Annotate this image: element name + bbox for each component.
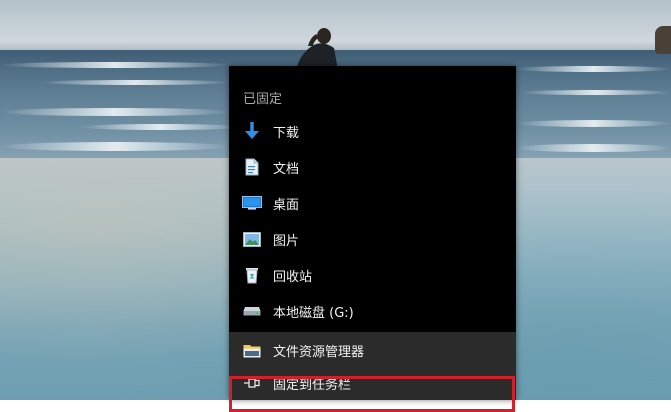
wave bbox=[0, 142, 230, 151]
jump-item-documents[interactable]: 文档 bbox=[229, 149, 516, 185]
wave bbox=[516, 120, 671, 127]
file-explorer-label: 文件资源管理器 bbox=[273, 344, 365, 360]
file-explorer-icon bbox=[242, 340, 262, 360]
jump-item-recycle-bin[interactable]: 回收站 bbox=[229, 257, 516, 293]
document-icon bbox=[242, 157, 262, 177]
jump-item-local-disk-g[interactable]: 本地磁盘 (G:) bbox=[229, 293, 516, 329]
wave bbox=[40, 80, 230, 85]
jump-item-pictures[interactable]: 图片 bbox=[229, 221, 516, 257]
wave bbox=[516, 66, 671, 72]
highlight-box bbox=[229, 376, 515, 412]
wallpaper-rock bbox=[655, 26, 671, 54]
jump-item-desktop[interactable]: 桌面 bbox=[229, 185, 516, 221]
jump-item-downloads[interactable]: 下载 bbox=[229, 113, 516, 149]
local-disk-icon bbox=[242, 301, 262, 321]
jump-item-label: 图片 bbox=[273, 233, 300, 249]
wave bbox=[0, 108, 230, 116]
pinned-section-header: 已固定 bbox=[243, 92, 283, 107]
jump-item-label: 文档 bbox=[273, 161, 300, 177]
download-arrow-icon bbox=[242, 121, 262, 141]
wave bbox=[0, 62, 230, 68]
jump-item-label: 本地磁盘 (G:) bbox=[273, 305, 354, 321]
wallpaper-person bbox=[296, 28, 338, 70]
jump-list-menu: 已固定 下载 文档 桌面 图片 回收站 本地磁盘 (G:) 文件资源管理器 固定… bbox=[229, 66, 516, 412]
desktop-icon bbox=[242, 193, 262, 213]
pictures-icon bbox=[242, 229, 262, 249]
wave bbox=[516, 144, 671, 152]
recycle-bin-icon bbox=[242, 265, 262, 285]
wave bbox=[80, 124, 240, 130]
jump-item-label: 下载 bbox=[273, 125, 300, 141]
jump-item-label: 回收站 bbox=[273, 269, 313, 285]
file-explorer-action[interactable]: 文件资源管理器 bbox=[229, 332, 516, 368]
jump-list-actions: 文件资源管理器 固定到任务栏 bbox=[229, 332, 516, 412]
jump-item-label: 桌面 bbox=[273, 197, 300, 213]
wave bbox=[520, 90, 671, 95]
